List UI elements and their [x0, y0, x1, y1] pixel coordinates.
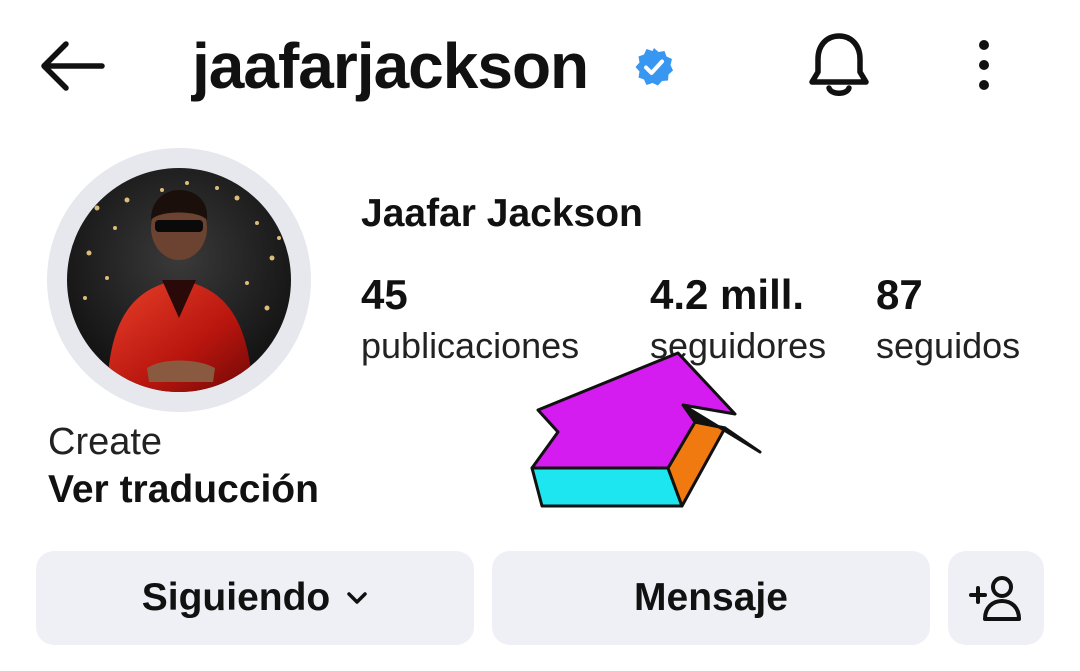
following-button[interactable]: Siguiendo	[36, 551, 474, 645]
bell-icon[interactable]	[806, 30, 872, 100]
see-translation-link[interactable]: Ver traducción	[48, 466, 319, 514]
more-vertical-icon[interactable]	[968, 38, 1000, 92]
followers-count: 4.2 mill.	[650, 271, 805, 318]
following-button-label: Siguiendo	[141, 576, 331, 619]
profile-page: jaafarjackson Jaafar Jackson 45 publicac…	[0, 0, 1080, 671]
verified-badge-icon	[635, 48, 673, 86]
following-label: seguidos	[876, 325, 1021, 366]
pointer-arrow-icon	[530, 351, 762, 508]
avatar[interactable]	[67, 168, 291, 392]
profile-bio: Create	[48, 421, 163, 463]
profile-username: jaafarjackson	[192, 30, 589, 102]
posts-count: 45	[361, 271, 408, 318]
back-arrow-icon[interactable]	[36, 36, 106, 96]
chevron-down-icon	[347, 592, 367, 604]
stat-following[interactable]: 87 seguidos	[876, 270, 1020, 368]
add-person-icon	[969, 576, 1021, 621]
following-count: 87	[876, 271, 923, 318]
suggest-people-button[interactable]	[948, 551, 1044, 645]
message-button-label: Mensaje	[634, 576, 788, 619]
message-button[interactable]: Mensaje	[492, 551, 930, 645]
profile-header: jaafarjackson	[0, 0, 1080, 132]
profile-display-name: Jaafar Jackson	[361, 192, 643, 235]
